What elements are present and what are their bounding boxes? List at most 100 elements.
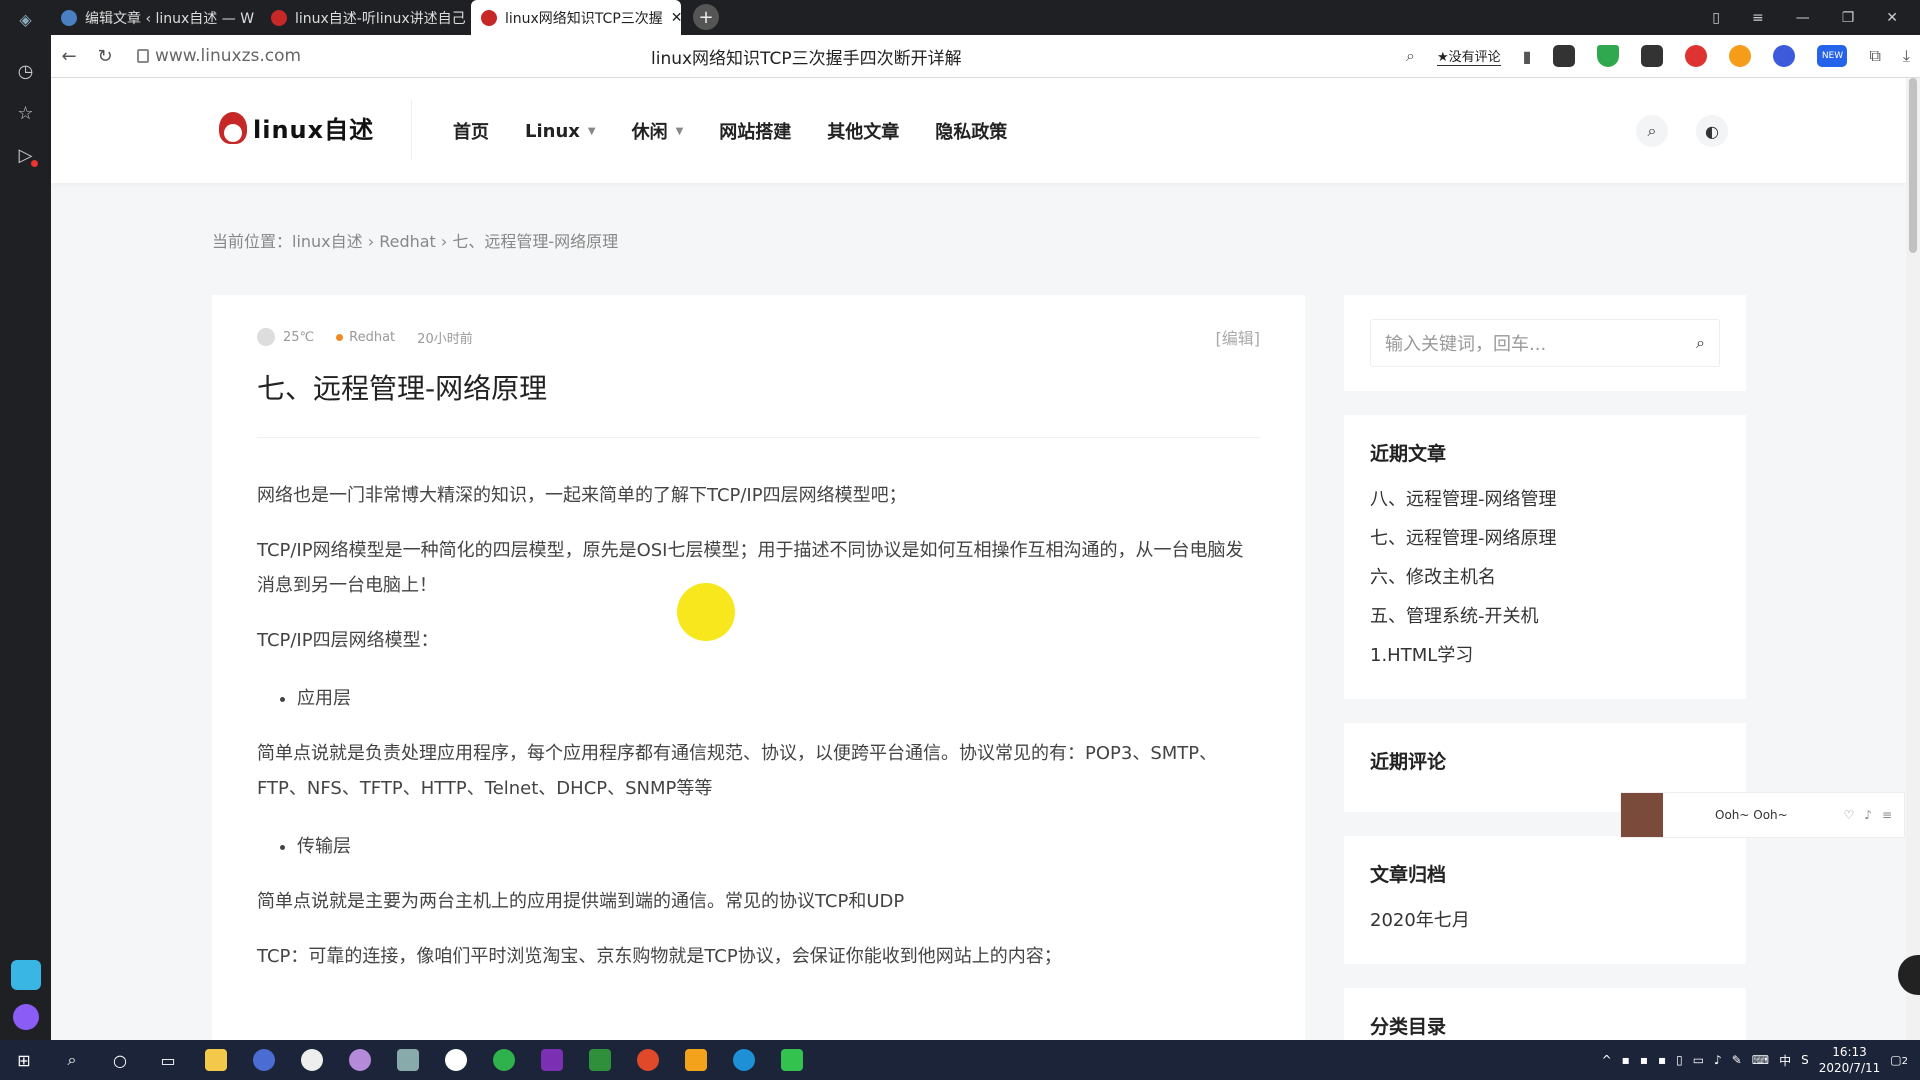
bookmark-icon[interactable]: ▮ [1523, 47, 1532, 66]
heart-icon[interactable]: ♡ [1844, 808, 1855, 822]
archive-link[interactable]: 2020年七月 [1370, 901, 1720, 940]
close-icon[interactable]: ✕ [671, 10, 681, 26]
site-logo[interactable]: linux自述 [219, 110, 374, 145]
nav-item-privacy[interactable]: 隐私政策 [935, 118, 1007, 144]
paragraph: 简单点说就是负责处理应用程序，每个应用程序都有通信规范、协议，以便跨平台通信。协… [257, 743, 1218, 799]
user-icon [257, 328, 275, 346]
breadcrumb: 当前位置：linux自述 › Redhat › 七、远程管理-网络原理 [212, 232, 619, 251]
extension-icon[interactable] [1773, 45, 1796, 67]
ime-indicator[interactable]: 中 [1779, 1052, 1791, 1069]
windows-start-icon[interactable]: ⊞ [0, 1040, 48, 1080]
article-card: 25℃ Redhat 20小时前 [编辑] 七、远程管理-网络原理 网络也是一门… [212, 295, 1305, 1040]
app-icon[interactable] [240, 1040, 288, 1080]
restore-icon[interactable]: ❐ [1842, 10, 1855, 26]
lock-icon [137, 49, 149, 63]
theme-toggle-icon[interactable]: ◐ [1696, 115, 1728, 147]
task-view-icon[interactable]: ▭ [144, 1040, 192, 1080]
new-tab-button[interactable]: + [693, 4, 719, 30]
tray-app-icon[interactable]: ▪ [1658, 1053, 1666, 1067]
menu-icon[interactable]: ≡ [1752, 10, 1764, 26]
app-icon[interactable] [672, 1040, 720, 1080]
url-field[interactable]: www.linuxzs.com [137, 46, 301, 66]
weibo-icon[interactable] [1729, 45, 1752, 67]
minimize-icon[interactable]: — [1796, 10, 1810, 26]
address-bar: ← ↻ www.linuxzs.com linux网络知识TCP三次握手四次断开… [51, 35, 1920, 78]
search-input[interactable]: 输入关键词，回车... ⌕ [1370, 319, 1720, 367]
category-link[interactable]: Redhat [336, 330, 395, 345]
extension-icon[interactable] [1641, 45, 1664, 67]
window-close-icon[interactable]: ✕ [1886, 10, 1898, 26]
chevron-up-icon[interactable]: ^ [1602, 1053, 1612, 1067]
app-icon[interactable] [480, 1040, 528, 1080]
app-icon[interactable] [384, 1040, 432, 1080]
pen-icon[interactable]: ✎ [1732, 1053, 1742, 1067]
side-panel-handle[interactable] [1898, 955, 1920, 995]
search-icon[interactable]: ⌕ [1636, 115, 1668, 147]
edit-link[interactable]: [编辑] [1216, 325, 1261, 349]
app-icon[interactable] [576, 1040, 624, 1080]
recent-post-link[interactable]: 七、远程管理-网络原理 [1370, 519, 1720, 558]
onenote-icon[interactable] [528, 1040, 576, 1080]
clock[interactable]: 16:13 2020/7/11 [1819, 1044, 1881, 1076]
comment-button[interactable]: ★没有评论 [1437, 46, 1501, 66]
dot-icon [336, 333, 344, 341]
widget-title: 分类目录 [1370, 1016, 1447, 1038]
recent-post-link[interactable]: 五、管理系统-开关机 [1370, 597, 1720, 636]
app-shortcut-icon[interactable] [10, 960, 41, 990]
volume-icon[interactable]: ♪ [1864, 808, 1872, 822]
nav-item-leisure[interactable]: 休闲 ▼ [632, 118, 684, 144]
scrollbar[interactable] [1906, 78, 1920, 1040]
recent-post-link[interactable]: 八、远程管理-网络管理 [1370, 480, 1720, 519]
video-icon[interactable]: ▷ [14, 143, 38, 167]
zoom-icon[interactable]: ⌕ [1406, 46, 1415, 66]
app-icon[interactable] [288, 1040, 336, 1080]
tray-app-icon[interactable]: ▪ [1622, 1053, 1630, 1067]
back-icon[interactable]: ← [51, 46, 87, 67]
tab-bar: 编辑文章 ‹ linux自述 — W linux自述-听linux讲述自己 li… [51, 0, 1920, 35]
network-icon[interactable]: ▭ [1693, 1053, 1704, 1067]
scroll-thumb[interactable] [1909, 78, 1917, 253]
extension-icon[interactable] [1685, 45, 1708, 67]
tray-app-icon[interactable]: ▪ [1640, 1053, 1648, 1067]
recent-post-link[interactable]: 1.HTML学习 [1370, 636, 1720, 675]
app-shortcut-icon[interactable] [12, 1004, 39, 1030]
tab-current-article[interactable]: linux网络知识TCP三次握 ✕ [471, 0, 681, 35]
yandex-browser-icon[interactable] [432, 1040, 480, 1080]
app-icon[interactable] [768, 1040, 816, 1080]
music-player[interactable]: Ooh~ Ooh~ ♡ ♪ ≡ [1620, 792, 1905, 838]
volume-icon[interactable]: ♪ [1714, 1053, 1722, 1067]
new-badge-icon[interactable]: NEW [1817, 45, 1848, 67]
cortana-icon[interactable]: ○ [96, 1040, 144, 1080]
reload-icon[interactable]: ↻ [87, 46, 123, 67]
bookmark-sidebar-icon[interactable]: ▯ [1712, 10, 1720, 26]
nav-item-website[interactable]: 网站搭建 [719, 118, 791, 144]
song-title: Ooh~ Ooh~ [1715, 808, 1788, 822]
microphone-icon[interactable]: ▯ [1676, 1053, 1683, 1067]
nav-item-other[interactable]: 其他文章 [827, 118, 899, 144]
browser-logo-icon: ◈ [19, 10, 32, 29]
mascot-icon [219, 111, 247, 144]
tab-edit-article[interactable]: 编辑文章 ‹ linux自述 — W [51, 0, 261, 35]
nav-item-linux[interactable]: Linux ▼ [525, 118, 596, 144]
nav-item-home[interactable]: 首页 [453, 118, 489, 144]
file-explorer-icon[interactable] [192, 1040, 240, 1080]
widget-title: 近期评论 [1370, 751, 1447, 773]
download-icon[interactable]: ⤓ [1903, 46, 1910, 66]
favorites-icon[interactable]: ☆ [14, 101, 38, 125]
sogou-icon[interactable]: S [1801, 1053, 1809, 1067]
history-icon[interactable]: ◷ [14, 59, 38, 83]
extension-icon[interactable] [1553, 45, 1576, 67]
tab-linux-home[interactable]: linux自述-听linux讲述自己 [261, 0, 471, 35]
app-icon[interactable] [336, 1040, 384, 1080]
shield-icon[interactable] [1597, 45, 1620, 67]
notification-icon[interactable]: ▢2 [1890, 1053, 1908, 1067]
keyboard-icon[interactable]: ⌨ [1752, 1053, 1769, 1067]
app-icon[interactable] [720, 1040, 768, 1080]
app-icon[interactable] [624, 1040, 672, 1080]
widget-title: 近期文章 [1370, 443, 1447, 465]
search-icon[interactable]: ⌕ [48, 1040, 96, 1080]
recent-post-link[interactable]: 六、修改主机名 [1370, 558, 1720, 597]
extensions-icon[interactable]: ⧉ [1869, 46, 1880, 66]
search-icon[interactable]: ⌕ [1696, 333, 1705, 353]
playlist-icon[interactable]: ≡ [1882, 808, 1892, 822]
